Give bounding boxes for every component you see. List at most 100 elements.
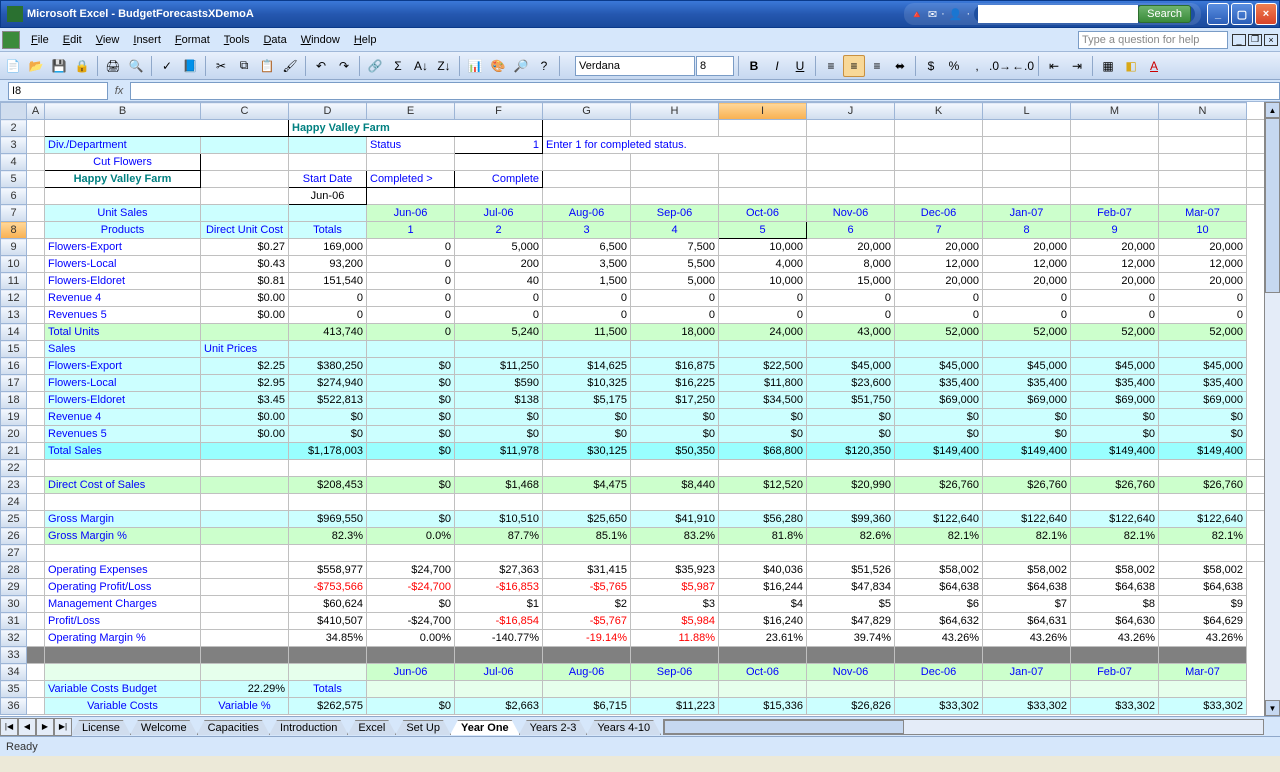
cell[interactable]: Profit/Loss — [45, 613, 201, 630]
cell[interactable]: Jan-07 — [983, 205, 1071, 222]
cell[interactable]: $24,700 — [367, 562, 455, 579]
row-header[interactable]: 27 — [1, 545, 27, 562]
cell[interactable]: $26,826 — [807, 698, 895, 715]
cell[interactable]: $58,002 — [1071, 562, 1159, 579]
row-header[interactable]: 10 — [1, 256, 27, 273]
cell[interactable]: 0 — [455, 307, 543, 324]
cell[interactable] — [27, 613, 45, 630]
cell[interactable] — [719, 494, 807, 511]
cell[interactable]: 0 — [1159, 290, 1247, 307]
cell[interactable]: $69,000 — [895, 392, 983, 409]
cell[interactable]: $20,990 — [807, 477, 895, 494]
cell[interactable] — [367, 341, 455, 358]
row-header[interactable]: 4 — [1, 154, 27, 171]
row-header[interactable]: 19 — [1, 409, 27, 426]
cell[interactable] — [27, 341, 45, 358]
cell[interactable]: 24,000 — [719, 324, 807, 341]
cell[interactable]: $64,638 — [983, 579, 1071, 596]
cell[interactable]: -$16,854 — [455, 613, 543, 630]
cell[interactable]: 0 — [455, 290, 543, 307]
cell[interactable]: Status — [367, 137, 455, 154]
cell[interactable]: $26,760 — [1159, 477, 1247, 494]
cut-button[interactable]: ✂ — [210, 55, 232, 77]
cell[interactable]: 52,000 — [983, 324, 1071, 341]
cell[interactable] — [455, 647, 543, 664]
cell[interactable] — [719, 545, 807, 562]
vscroll-thumb[interactable] — [1265, 118, 1280, 293]
align-center-button[interactable]: ≡ — [843, 55, 865, 77]
cell[interactable] — [45, 494, 201, 511]
cell[interactable]: 0 — [367, 324, 455, 341]
cell[interactable]: $41,910 — [631, 511, 719, 528]
cell[interactable]: 0.00% — [367, 630, 455, 647]
worksheet-grid[interactable]: ABCDEFGHIJKLMN2Happy Valley Farm3Div./De… — [0, 102, 1280, 716]
cell[interactable]: Feb-07 — [1071, 205, 1159, 222]
cell[interactable] — [1071, 494, 1159, 511]
cell[interactable] — [895, 647, 983, 664]
cell[interactable]: Flowers-Local — [45, 375, 201, 392]
cell[interactable]: Mar-07 — [1159, 664, 1247, 681]
cell[interactable]: $3 — [631, 596, 719, 613]
row-header[interactable]: 34 — [1, 664, 27, 681]
row-header[interactable]: 23 — [1, 477, 27, 494]
open-button[interactable]: 📂 — [25, 55, 47, 77]
cell[interactable]: $45,000 — [1071, 358, 1159, 375]
help-button[interactable]: ? — [533, 55, 555, 77]
cell[interactable]: Start Date — [289, 171, 367, 188]
cell[interactable] — [27, 392, 45, 409]
cell[interactable]: $40,036 — [719, 562, 807, 579]
cell[interactable] — [367, 494, 455, 511]
cell[interactable]: $0 — [367, 409, 455, 426]
cell[interactable] — [983, 154, 1071, 171]
cell[interactable]: $0 — [367, 426, 455, 443]
cell[interactable] — [27, 171, 45, 188]
cell[interactable]: 83.2% — [631, 528, 719, 545]
child-restore-button[interactable]: ❐ — [1248, 34, 1262, 46]
sheet-tab[interactable]: Years 2-3 — [519, 720, 588, 735]
tab-prev-button[interactable]: ◀ — [18, 718, 36, 736]
cell[interactable]: 85.1% — [543, 528, 631, 545]
cell[interactable]: $23,600 — [807, 375, 895, 392]
cell[interactable]: Total Sales — [45, 443, 201, 460]
paste-button[interactable]: 📋 — [256, 55, 278, 77]
font-color-button[interactable]: A — [1143, 55, 1165, 77]
row-header[interactable]: 11 — [1, 273, 27, 290]
cell[interactable]: $4,475 — [543, 477, 631, 494]
cell[interactable]: 2 — [455, 222, 543, 239]
cell[interactable] — [367, 545, 455, 562]
menu-tools[interactable]: Tools — [217, 32, 257, 48]
bold-button[interactable]: B — [743, 55, 765, 77]
cell[interactable] — [1071, 460, 1159, 477]
cell[interactable] — [895, 460, 983, 477]
cell[interactable]: $122,640 — [1071, 511, 1159, 528]
cell[interactable] — [201, 171, 289, 188]
cell[interactable]: Flowers-Local — [45, 256, 201, 273]
cell[interactable] — [895, 681, 983, 698]
menu-insert[interactable]: Insert — [126, 32, 168, 48]
spell-button[interactable]: ✓ — [156, 55, 178, 77]
cell[interactable]: 0.0% — [367, 528, 455, 545]
cell[interactable] — [543, 341, 631, 358]
cell[interactable] — [895, 188, 983, 205]
row-header[interactable]: 24 — [1, 494, 27, 511]
cell[interactable]: Operating Expenses — [45, 562, 201, 579]
cell[interactable]: 0 — [807, 290, 895, 307]
cell[interactable] — [27, 443, 45, 460]
cell[interactable]: 169,000 — [289, 239, 367, 256]
new-button[interactable]: 📄 — [2, 55, 24, 77]
cell[interactable]: Dec-06 — [895, 205, 983, 222]
cell[interactable]: Flowers-Eldoret — [45, 392, 201, 409]
row-header[interactable]: 31 — [1, 613, 27, 630]
cell[interactable]: 23.61% — [719, 630, 807, 647]
cell[interactable] — [1071, 120, 1159, 137]
cell[interactable]: $33,302 — [895, 698, 983, 715]
column-header[interactable]: N — [1159, 103, 1247, 120]
cell[interactable]: $0.00 — [201, 307, 289, 324]
cell[interactable]: $0 — [367, 511, 455, 528]
cell[interactable]: $26,760 — [1071, 477, 1159, 494]
cell[interactable] — [27, 290, 45, 307]
cell[interactable]: 87.7% — [455, 528, 543, 545]
cell[interactable] — [455, 681, 543, 698]
cell[interactable]: $11,978 — [455, 443, 543, 460]
cell[interactable]: -140.77% — [455, 630, 543, 647]
